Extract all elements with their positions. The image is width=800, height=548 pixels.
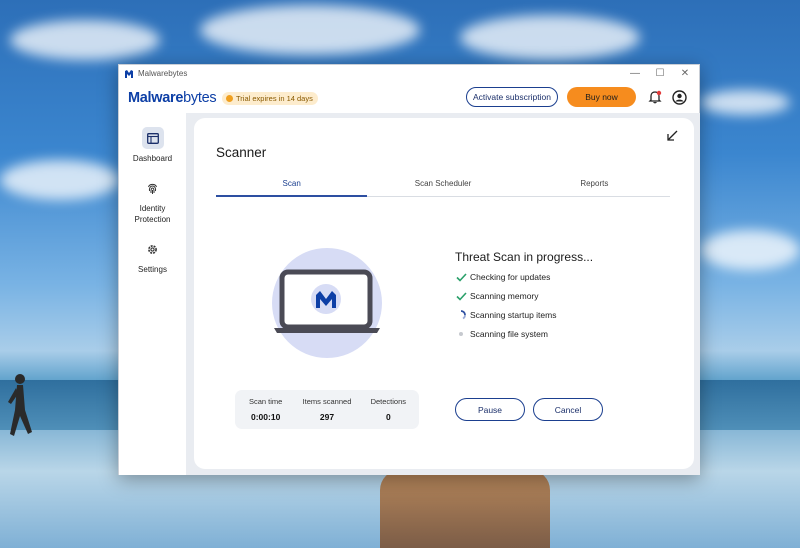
stat-label: Detections (370, 397, 407, 406)
stat-label: Items scanned (302, 397, 352, 406)
stat-items-scanned: Items scanned 297 (296, 390, 357, 429)
clock-icon (226, 95, 233, 102)
trial-text: Trial expires in 14 days (236, 94, 313, 103)
minimize-button[interactable]: — (622, 67, 648, 81)
malwarebytes-logo: Malwarebytes (128, 90, 217, 106)
scan-stats: Scan time 0:00:10 Items scanned 297 Dete… (235, 390, 419, 429)
page-title: Scanner (216, 145, 267, 160)
sidebar-item-settings[interactable]: Settings (119, 238, 186, 275)
scan-step-startup-items: Scanning startup items (455, 310, 556, 320)
stat-scan-time: Scan time 0:00:10 (235, 390, 296, 429)
bell-icon[interactable] (648, 90, 662, 104)
runner-silhouette (8, 374, 32, 436)
sidebar-item-label: Settings (138, 265, 167, 274)
laptop-icon (274, 269, 380, 333)
scan-step-memory: Scanning memory (455, 291, 539, 301)
step-label: Scanning memory (470, 291, 539, 301)
pending-dot-icon (455, 329, 467, 339)
malwarebytes-window: Malwarebytes — ☐ ✕ Malwarebytes Trial ex… (118, 64, 700, 475)
pause-button[interactable]: Pause (455, 398, 525, 421)
buy-now-button[interactable]: Buy now (567, 87, 636, 107)
spinner-icon (455, 310, 467, 320)
scan-step-file-system: Scanning file system (455, 329, 548, 339)
dashboard-icon (146, 132, 159, 144)
checkmark-icon (455, 272, 467, 282)
step-label: Scanning startup items (470, 310, 557, 320)
fingerprint-icon (148, 183, 157, 194)
sidebar-item-label: Dashboard (132, 154, 173, 163)
malwarebytes-logo-icon (125, 70, 133, 78)
maximize-button[interactable]: ☐ (647, 67, 673, 81)
tab-reports[interactable]: Reports (519, 177, 670, 196)
checkmark-icon (455, 291, 467, 301)
stat-label: Scan time (248, 397, 283, 406)
step-label: Scanning file system (470, 329, 548, 339)
logo-thin-text: bytes (183, 90, 217, 106)
trial-badge: Trial expires in 14 days (222, 92, 318, 105)
activate-subscription-button[interactable]: Activate subscription (466, 87, 558, 107)
title-bar: Malwarebytes — ☐ ✕ (119, 65, 699, 83)
stat-value: 0:00:10 (251, 412, 281, 422)
sidebar: Dashboard Identity Protection Settings (119, 113, 186, 475)
step-label: Checking for updates (470, 272, 551, 282)
collapse-icon[interactable] (666, 130, 678, 142)
stat-value: 0 (385, 412, 391, 422)
stat-value: 297 (319, 412, 335, 422)
scan-status-title: Threat Scan in progress... (455, 250, 594, 264)
sidebar-item-label: Identity Protection (134, 204, 171, 224)
app-header: Malwarebytes Trial expires in 14 days Ac… (119, 83, 699, 113)
tab-scan-scheduler[interactable]: Scan Scheduler (367, 177, 518, 196)
scan-step-checking-updates: Checking for updates (455, 272, 550, 282)
window-title: Malwarebytes (138, 69, 188, 78)
scanner-tabs: Scan Scan Scheduler Reports (216, 177, 670, 197)
gear-icon (148, 244, 157, 254)
close-button[interactable]: ✕ (672, 67, 698, 81)
sidebar-item-identity-protection[interactable]: Identity Protection (119, 177, 186, 225)
sidebar-item-dashboard[interactable]: Dashboard (119, 127, 186, 164)
tab-scan[interactable]: Scan (216, 177, 368, 197)
stat-detections: Detections 0 (358, 390, 419, 429)
scanner-panel: Scanner Scan Scan Scheduler Reports Thre… (194, 118, 694, 469)
scan-illustration (272, 248, 382, 358)
logo-bold-text: Malware (128, 90, 184, 106)
cancel-button[interactable]: Cancel (533, 398, 603, 421)
account-icon[interactable] (672, 90, 687, 105)
